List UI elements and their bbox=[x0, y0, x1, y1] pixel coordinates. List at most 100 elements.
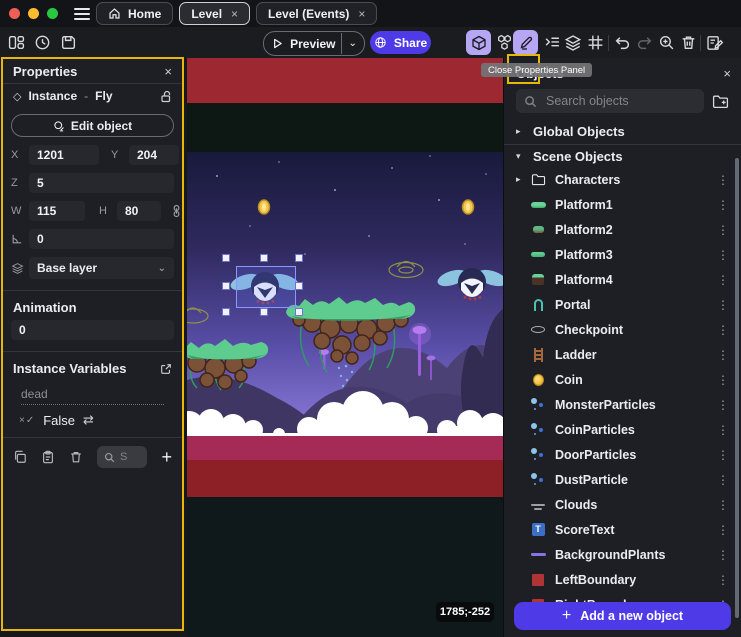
maximize-window-button[interactable] bbox=[47, 8, 58, 19]
scene-canvas[interactable]: 1785;-252 bbox=[187, 58, 503, 637]
row-menu-icon[interactable]: ⋮ bbox=[715, 323, 731, 337]
layers-icon[interactable] bbox=[564, 31, 582, 54]
note-edit-icon[interactable] bbox=[706, 31, 724, 54]
layer-select[interactable]: Base layer ⌄ bbox=[29, 257, 174, 279]
resize-handle[interactable] bbox=[295, 282, 303, 290]
row-menu-icon[interactable]: ⋮ bbox=[715, 273, 731, 287]
grid-icon[interactable] bbox=[587, 31, 604, 54]
row-menu-icon[interactable]: ⋮ bbox=[715, 348, 731, 362]
row-menu-icon[interactable]: ⋮ bbox=[715, 398, 731, 412]
resize-handle[interactable] bbox=[260, 254, 268, 262]
object-row[interactable]: LeftBoundary⋮ bbox=[504, 567, 741, 592]
y-input[interactable] bbox=[129, 145, 179, 165]
resize-handle[interactable] bbox=[295, 308, 303, 316]
width-input[interactable] bbox=[29, 201, 85, 221]
trash-icon[interactable] bbox=[680, 31, 697, 54]
resize-handle[interactable] bbox=[222, 308, 230, 316]
tab-level[interactable]: Level × bbox=[179, 2, 250, 25]
row-menu-icon[interactable]: ⋮ bbox=[715, 298, 731, 312]
save-icon[interactable] bbox=[60, 31, 77, 54]
resize-handle[interactable] bbox=[295, 254, 303, 262]
paste-icon[interactable] bbox=[41, 450, 55, 464]
object-row[interactable]: Clouds⋮ bbox=[504, 492, 741, 517]
trash-icon[interactable] bbox=[69, 450, 83, 464]
object-row[interactable]: Coin⋮ bbox=[504, 367, 741, 392]
object-row[interactable]: DoorParticles⋮ bbox=[504, 442, 741, 467]
row-menu-icon[interactable]: ⋮ bbox=[715, 523, 731, 537]
object-row[interactable]: Platform3⋮ bbox=[504, 242, 741, 267]
animation-input[interactable] bbox=[11, 320, 174, 340]
resize-handle[interactable] bbox=[260, 308, 268, 316]
resize-handle[interactable] bbox=[222, 282, 230, 290]
group-global-objects[interactable]: ▸ Global Objects bbox=[504, 118, 741, 144]
close-tab-icon[interactable]: × bbox=[231, 7, 238, 21]
close-window-button[interactable] bbox=[9, 8, 20, 19]
swap-value-icon[interactable]: ⇄ bbox=[83, 412, 94, 428]
resize-handle[interactable] bbox=[222, 254, 230, 262]
row-menu-icon[interactable]: ⋮ bbox=[715, 448, 731, 462]
zoom-in-icon[interactable] bbox=[658, 31, 675, 54]
undo-icon[interactable] bbox=[614, 31, 631, 54]
selection-rectangle[interactable] bbox=[236, 266, 296, 308]
hamburger-menu-icon[interactable] bbox=[74, 8, 90, 20]
objects-search-input[interactable] bbox=[544, 93, 696, 109]
object-row[interactable]: Portal⋮ bbox=[504, 292, 741, 317]
close-tab-icon[interactable]: × bbox=[358, 7, 365, 21]
objects-search-field[interactable] bbox=[516, 89, 704, 113]
edit-scene-button[interactable] bbox=[513, 30, 538, 55]
object-row[interactable]: Platform4⋮ bbox=[504, 267, 741, 292]
row-menu-icon[interactable]: ⋮ bbox=[715, 173, 731, 187]
close-properties-icon[interactable]: × bbox=[164, 64, 172, 79]
instance-list-icon[interactable] bbox=[544, 31, 561, 54]
variable-name[interactable]: dead bbox=[21, 387, 164, 405]
row-menu-icon[interactable]: ⋮ bbox=[715, 373, 731, 387]
row-menu-icon[interactable]: ⋮ bbox=[715, 423, 731, 437]
object-row[interactable]: Platform2⋮ bbox=[504, 217, 741, 242]
object-row[interactable]: Ladder⋮ bbox=[504, 342, 741, 367]
close-objects-icon[interactable]: × bbox=[723, 66, 731, 81]
edit-object-button[interactable]: Edit object bbox=[11, 114, 174, 137]
row-menu-icon[interactable]: ⋮ bbox=[715, 573, 731, 587]
minimize-window-button[interactable] bbox=[28, 8, 39, 19]
object-row[interactable]: BackgroundPlants⋮ bbox=[504, 542, 741, 567]
row-menu-icon[interactable]: ⋮ bbox=[715, 223, 731, 237]
group-scene-objects[interactable]: ▾ Scene Objects bbox=[504, 145, 741, 167]
copy-icon[interactable] bbox=[13, 450, 27, 464]
row-menu-icon[interactable]: ⋮ bbox=[715, 473, 731, 487]
row-menu-icon[interactable]: ⋮ bbox=[715, 548, 731, 562]
z-input[interactable] bbox=[29, 173, 174, 193]
external-link-icon[interactable] bbox=[160, 363, 172, 375]
angle-input[interactable] bbox=[29, 229, 174, 249]
object-row[interactable]: Platform1⋮ bbox=[504, 192, 741, 217]
variable-value-row[interactable]: ×✓ False ⇄ bbox=[19, 412, 166, 428]
history-icon[interactable] bbox=[34, 31, 51, 54]
tab-home[interactable]: Home bbox=[96, 2, 173, 25]
add-variable-button[interactable]: + bbox=[161, 447, 172, 468]
tab-level-events[interactable]: Level (Events) × bbox=[256, 2, 377, 25]
objects-scrollbar[interactable] bbox=[735, 158, 739, 618]
object-row[interactable]: DustParticle⋮ bbox=[504, 467, 741, 492]
add-folder-icon[interactable] bbox=[712, 94, 729, 109]
variables-search-input[interactable]: S bbox=[97, 446, 147, 468]
lock-open-icon[interactable] bbox=[160, 90, 172, 103]
height-input[interactable] bbox=[117, 201, 161, 221]
preview-button[interactable]: Preview ⌄ bbox=[263, 31, 365, 56]
3d-view-button[interactable] bbox=[466, 30, 491, 55]
object-row[interactable]: MonsterParticles⋮ bbox=[504, 392, 741, 417]
object-row[interactable]: CoinParticles⋮ bbox=[504, 417, 741, 442]
object-row-characters-folder[interactable]: ▸ Characters ⋮ bbox=[504, 167, 741, 192]
instance-object-name: Fly bbox=[95, 89, 112, 103]
chevron-down-icon[interactable]: ⌄ bbox=[348, 38, 356, 49]
object-row[interactable]: Checkpoint⋮ bbox=[504, 317, 741, 342]
share-button[interactable]: Share bbox=[370, 31, 431, 54]
row-menu-icon[interactable]: ⋮ bbox=[715, 498, 731, 512]
panels-layout-icon[interactable] bbox=[8, 31, 25, 54]
add-new-object-button[interactable]: + Add a new object bbox=[514, 602, 731, 630]
row-menu-icon[interactable]: ⋮ bbox=[715, 198, 731, 212]
object-row[interactable]: ScoreText⋮ bbox=[504, 517, 741, 542]
link-chain-icon[interactable] bbox=[171, 204, 182, 218]
chevron-right-icon[interactable]: ▸ bbox=[516, 174, 529, 185]
row-menu-icon[interactable]: ⋮ bbox=[715, 248, 731, 262]
redo-icon[interactable] bbox=[636, 31, 653, 54]
x-input[interactable] bbox=[29, 145, 99, 165]
